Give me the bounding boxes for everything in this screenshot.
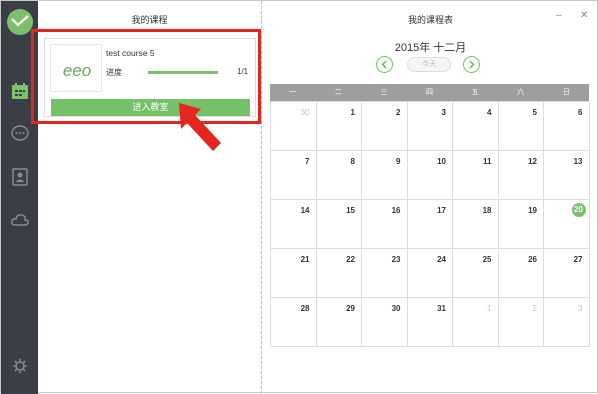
calendar-day[interactable]: 30 — [271, 102, 317, 151]
calendar-day[interactable]: 26 — [498, 249, 544, 298]
calendar-day[interactable]: 3 — [407, 102, 453, 151]
day-number: 9 — [396, 157, 401, 166]
weekday-header: 一二三四五六日 — [270, 84, 589, 101]
day-number: 23 — [391, 255, 401, 264]
today-button[interactable]: 今天 — [407, 57, 451, 72]
day-number: 27 — [573, 255, 583, 264]
close-icon[interactable]: ✕ — [580, 10, 588, 21]
calendar-day[interactable]: 28 — [271, 298, 317, 347]
weekday-label: 二 — [334, 89, 342, 96]
calendar-day[interactable]: 4 — [453, 102, 499, 151]
calendar-day[interactable]: 18 — [453, 200, 499, 249]
day-number: 30 — [300, 108, 310, 117]
day-number: 6 — [578, 108, 583, 117]
month-label: 2015年 十二月 — [394, 42, 467, 54]
day-number: 16 — [391, 206, 401, 215]
my-schedule-panel: 我的课程表 – ✕ 2015年 十二月 今天 一二三四五六日 30 1 2 3 4 5 6 7… — [262, 1, 598, 394]
calendar-day[interactable]: 12 — [498, 151, 544, 200]
prev-month-button[interactable] — [376, 56, 393, 73]
schedule-title: 我的课程表 — [407, 15, 453, 25]
calendar-day[interactable]: 29 — [316, 298, 362, 347]
calendar-day[interactable]: 22 — [316, 249, 362, 298]
contacts-icon[interactable] — [10, 167, 30, 187]
day-number: 4 — [487, 108, 492, 117]
day-number: 25 — [482, 255, 492, 264]
calendar-day[interactable]: 8 — [316, 151, 362, 200]
day-number: 10 — [437, 157, 446, 166]
highlight-box — [31, 29, 261, 124]
calendar-day[interactable]: 23 — [362, 249, 408, 298]
day-number: 14 — [300, 206, 310, 215]
calendar-day[interactable]: 14 — [271, 200, 317, 249]
cloud-icon[interactable] — [10, 210, 30, 230]
calendar-day[interactable]: 1 — [316, 102, 362, 151]
day-number: 13 — [573, 157, 583, 166]
chat-icon[interactable] — [10, 124, 30, 144]
day-number: 1 — [350, 108, 355, 117]
calendar-day[interactable]: 1 — [453, 298, 499, 347]
day-number: 18 — [482, 206, 492, 215]
day-number: 11 — [483, 157, 492, 166]
day-number: 15 — [346, 206, 355, 215]
calendar-day[interactable]: 24 — [407, 249, 453, 298]
day-number: 2 — [532, 304, 537, 313]
calendar-day[interactable]: 7 — [271, 151, 317, 200]
calendar-day[interactable]: 16 — [362, 200, 408, 249]
day-number: 30 — [391, 304, 401, 313]
calendar-day[interactable]: 6 — [544, 102, 590, 151]
day-number: 21 — [300, 255, 310, 264]
red-arrow-icon — [179, 103, 221, 151]
app-window: 我的课程 eeo test course 5 进度 1/1 进入教室 我的课程表… — [0, 0, 598, 394]
check-logo-icon[interactable] — [7, 9, 33, 35]
day-number: 1 — [487, 304, 492, 313]
calendar-day[interactable]: 13 — [544, 151, 590, 200]
day-number: 31 — [437, 304, 446, 313]
calendar-day[interactable]: 27 — [544, 249, 590, 298]
calendar-grid: 30 1 2 3 4 5 6 7 8 9 10 11 12 13 14 15 16 17 18 19 20 21 22 23 2… — [270, 101, 590, 347]
calendar-day[interactable]: 10 — [407, 151, 453, 200]
weekday-label: 三 — [380, 89, 388, 96]
calendar-icon[interactable] — [10, 81, 30, 101]
day-number: 28 — [300, 304, 310, 313]
day-number: 26 — [528, 255, 537, 264]
day-number: 7 — [305, 157, 310, 166]
day-number: 8 — [350, 157, 355, 166]
calendar-day-today[interactable]: 20 — [544, 200, 590, 249]
calendar-day[interactable]: 15 — [316, 200, 362, 249]
weekday-label: 五 — [471, 89, 479, 96]
panel-title: 我的课程 — [131, 15, 168, 25]
settings-icon[interactable] — [10, 356, 30, 376]
day-number: 2 — [396, 108, 401, 117]
day-number: 17 — [437, 206, 446, 215]
calendar-day[interactable]: 21 — [271, 249, 317, 298]
day-number: 5 — [532, 108, 537, 117]
weekday-label: 一 — [289, 89, 297, 96]
day-number: 24 — [437, 255, 446, 264]
chevron-left-icon — [381, 60, 387, 69]
calendar-day[interactable]: 11 — [453, 151, 499, 200]
chevron-right-icon — [469, 60, 475, 69]
day-number: 20 — [571, 203, 586, 217]
calendar-day[interactable]: 2 — [498, 298, 544, 347]
calendar-day[interactable]: 2 — [362, 102, 408, 151]
calendar-day[interactable]: 9 — [362, 151, 408, 200]
minimize-icon[interactable]: – — [556, 10, 562, 21]
calendar-day[interactable]: 30 — [362, 298, 408, 347]
calendar-day[interactable]: 3 — [544, 298, 590, 347]
calendar-day[interactable]: 19 — [498, 200, 544, 249]
day-number: 3 — [578, 304, 583, 313]
weekday-label: 日 — [562, 89, 570, 96]
next-month-button[interactable] — [463, 56, 480, 73]
calendar-day[interactable]: 17 — [407, 200, 453, 249]
weekday-label: 四 — [426, 89, 434, 96]
calendar-day[interactable]: 5 — [498, 102, 544, 151]
day-number: 3 — [441, 108, 446, 117]
calendar-day[interactable]: 25 — [453, 249, 499, 298]
day-number: 29 — [346, 304, 355, 313]
weekday-label: 六 — [517, 89, 525, 96]
day-number: 12 — [528, 157, 537, 166]
day-number: 19 — [528, 206, 537, 215]
day-number: 22 — [346, 255, 355, 264]
calendar-day[interactable]: 31 — [407, 298, 453, 347]
